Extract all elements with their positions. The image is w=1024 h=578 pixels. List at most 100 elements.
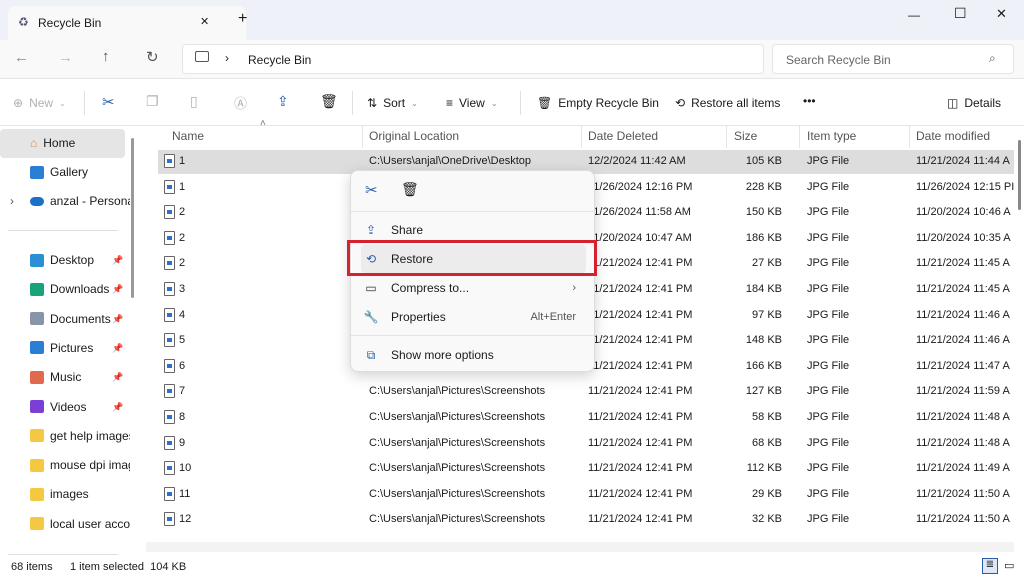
back-icon[interactable]: ← [14, 49, 29, 66]
column-header-date-modified[interactable]: Date modified [916, 129, 990, 143]
pin-icon[interactable]: 📌 [112, 255, 123, 266]
menu-delete-icon[interactable]: 🗑 [401, 181, 419, 198]
sidebar-label: Documents [50, 311, 111, 326]
recycle-bin-icon: ♻ [18, 15, 29, 29]
minimize-button[interactable]: — [908, 8, 920, 22]
table-row[interactable]: 7 C:\Users\anjal\Pictures\Screenshots 11… [158, 380, 1014, 404]
menu-label: Compress to... [391, 281, 470, 295]
table-row[interactable]: 9 C:\Users\anjal\Pictures\Screenshots 11… [158, 432, 1014, 456]
new-label: New [29, 96, 54, 110]
column-divider[interactable] [726, 126, 727, 148]
table-row[interactable]: 10 C:\Users\anjal\Pictures\Screenshots 1… [158, 457, 1014, 481]
column-divider[interactable] [799, 126, 800, 148]
menu-label: Share [391, 223, 424, 237]
tiles-view-icon[interactable]: ▭ [1004, 559, 1014, 572]
table-row[interactable]: 11 C:\Users\anjal\Pictures\Screenshots 1… [158, 483, 1014, 507]
up-icon[interactable]: ↑ [102, 48, 110, 65]
pin-icon[interactable]: 📌 [112, 372, 123, 383]
sort-ascending-icon: ˄ [260, 118, 266, 129]
cell-date-deleted: 11/20/2024 10:47 AM [588, 231, 692, 244]
pin-icon[interactable]: 📌 [112, 343, 123, 354]
pin-icon[interactable]: 📌 [112, 284, 123, 295]
onedrive-icon [30, 196, 44, 206]
cell-location: C:\Users\anjal\Pictures\Screenshots [369, 462, 546, 475]
delete-icon[interactable]: 🗑 [320, 93, 338, 110]
table-row[interactable]: 8 C:\Users\anjal\Pictures\Screenshots 11… [158, 406, 1014, 430]
vertical-scrollbar[interactable] [1014, 126, 1024, 556]
cell-size: 150 KB [745, 206, 782, 219]
details-button[interactable]: ◫ Details [947, 96, 1001, 110]
restore-all-button[interactable]: ⟲ Restore all items [675, 96, 780, 110]
divider [520, 91, 521, 115]
cell-name: 12 [179, 513, 192, 526]
column-header-date-deleted[interactable]: Date Deleted [588, 129, 658, 143]
cut-icon[interactable]: ✂ [102, 93, 115, 111]
address-input[interactable]: › Recycle Bin [182, 44, 764, 74]
column-header-item-type[interactable]: Item type [807, 129, 856, 143]
more-options-button[interactable]: ••• [803, 94, 816, 108]
cell-size: 127 KB [745, 385, 782, 398]
table-row[interactable]: 12 C:\Users\anjal\Pictures\Screenshots 1… [158, 508, 1014, 532]
forward-icon[interactable]: → [58, 49, 73, 66]
column-header-size[interactable]: Size [734, 129, 757, 143]
sidebar-item-get-help-images[interactable]: get help images [30, 429, 130, 443]
gallery-icon [30, 165, 44, 179]
jpg-file-icon [164, 307, 175, 322]
cell-size: 58 KB [752, 411, 782, 423]
expand-chevron-icon[interactable]: › [10, 194, 14, 208]
sidebar-item-gallery[interactable]: Gallery [30, 165, 130, 179]
menu-item-properties[interactable]: 🔧 Properties Alt+Enter [361, 303, 586, 331]
sidebar-item-images[interactable]: images [30, 487, 130, 501]
pin-icon[interactable]: 📌 [112, 402, 123, 413]
menu-item-compress[interactable]: ▭ Compress to... › [361, 274, 586, 302]
sidebar-item-onedrive[interactable]: anzal - Personal [30, 194, 130, 208]
cell-item-type: JPG File [807, 359, 850, 372]
column-header-original-location[interactable]: Original Location [369, 129, 459, 143]
share-icon[interactable]: ⇪ [277, 93, 289, 110]
cell-date-deleted: 11/21/2024 12:41 PM [588, 283, 693, 295]
paste-icon[interactable]: ▯ [190, 93, 198, 110]
column-divider[interactable] [909, 126, 910, 148]
details-view-icon[interactable]: ≣ [982, 558, 998, 574]
sidebar-scrollbar[interactable] [131, 138, 134, 298]
breadcrumb-recycle-bin[interactable]: Recycle Bin [248, 53, 311, 67]
pin-icon[interactable]: 📌 [112, 314, 123, 325]
menu-cut-icon[interactable]: ✂ [365, 181, 378, 199]
sidebar-item-home[interactable]: ⌂ Home [30, 136, 130, 150]
divider [8, 230, 118, 231]
address-bar-area: ← → ↑ ↻ › Recycle Bin Search Recycle Bin… [0, 40, 1024, 78]
rename-icon[interactable]: Ⓐ [234, 93, 247, 112]
new-tab-button[interactable]: + [238, 10, 247, 28]
cell-name: 4 [179, 308, 186, 321]
new-button[interactable]: ⊕ New ⌄ [13, 96, 66, 110]
sidebar-label: get help images [50, 428, 130, 443]
library-icon [30, 312, 44, 326]
menu-item-show-more-options[interactable]: ⧉ Show more options [361, 341, 586, 369]
tab-recycle-bin[interactable]: ♻ Recycle Bin ✕ [8, 6, 246, 40]
maximize-button[interactable]: ☐ [954, 5, 967, 22]
copy-icon[interactable]: ❐ [146, 93, 159, 110]
view-button[interactable]: ≡ View ⌄ [446, 96, 498, 110]
title-bar: ♻ Recycle Bin ✕ + — ☐ ✕ [0, 0, 1024, 40]
cell-date-modified: 11/20/2024 10:46 A [916, 206, 1011, 219]
search-input[interactable]: Search Recycle Bin ⌕ [772, 44, 1014, 74]
scroll-thumb[interactable] [1018, 140, 1021, 210]
sidebar-item-local-user-accou[interactable]: local user accou [30, 517, 130, 531]
tab-close-button[interactable]: ✕ [200, 15, 209, 28]
cell-item-type: JPG File [807, 513, 850, 526]
column-divider[interactable] [362, 126, 363, 148]
close-window-button[interactable]: ✕ [996, 6, 1007, 22]
jpg-file-icon [164, 256, 175, 271]
cell-location: C:\Users\anjal\Pictures\Screenshots [369, 436, 546, 449]
column-header-name[interactable]: Name [172, 129, 204, 143]
column-divider[interactable] [581, 126, 582, 148]
jpg-file-icon [164, 486, 175, 501]
sidebar-item-mouse-dpi-imag[interactable]: mouse dpi imag [30, 458, 130, 472]
empty-recycle-bin-button[interactable]: 🗑 Empty Recycle Bin [537, 96, 659, 110]
horizontal-scrollbar[interactable] [146, 542, 1014, 552]
cell-location: C:\Users\anjal\Pictures\Screenshots [369, 487, 546, 500]
refresh-icon[interactable]: ↻ [146, 48, 159, 66]
cell-size: 184 KB [745, 283, 782, 295]
cell-name: 2 [179, 231, 186, 244]
sort-button[interactable]: ⇅ Sort ⌄ [367, 96, 418, 110]
